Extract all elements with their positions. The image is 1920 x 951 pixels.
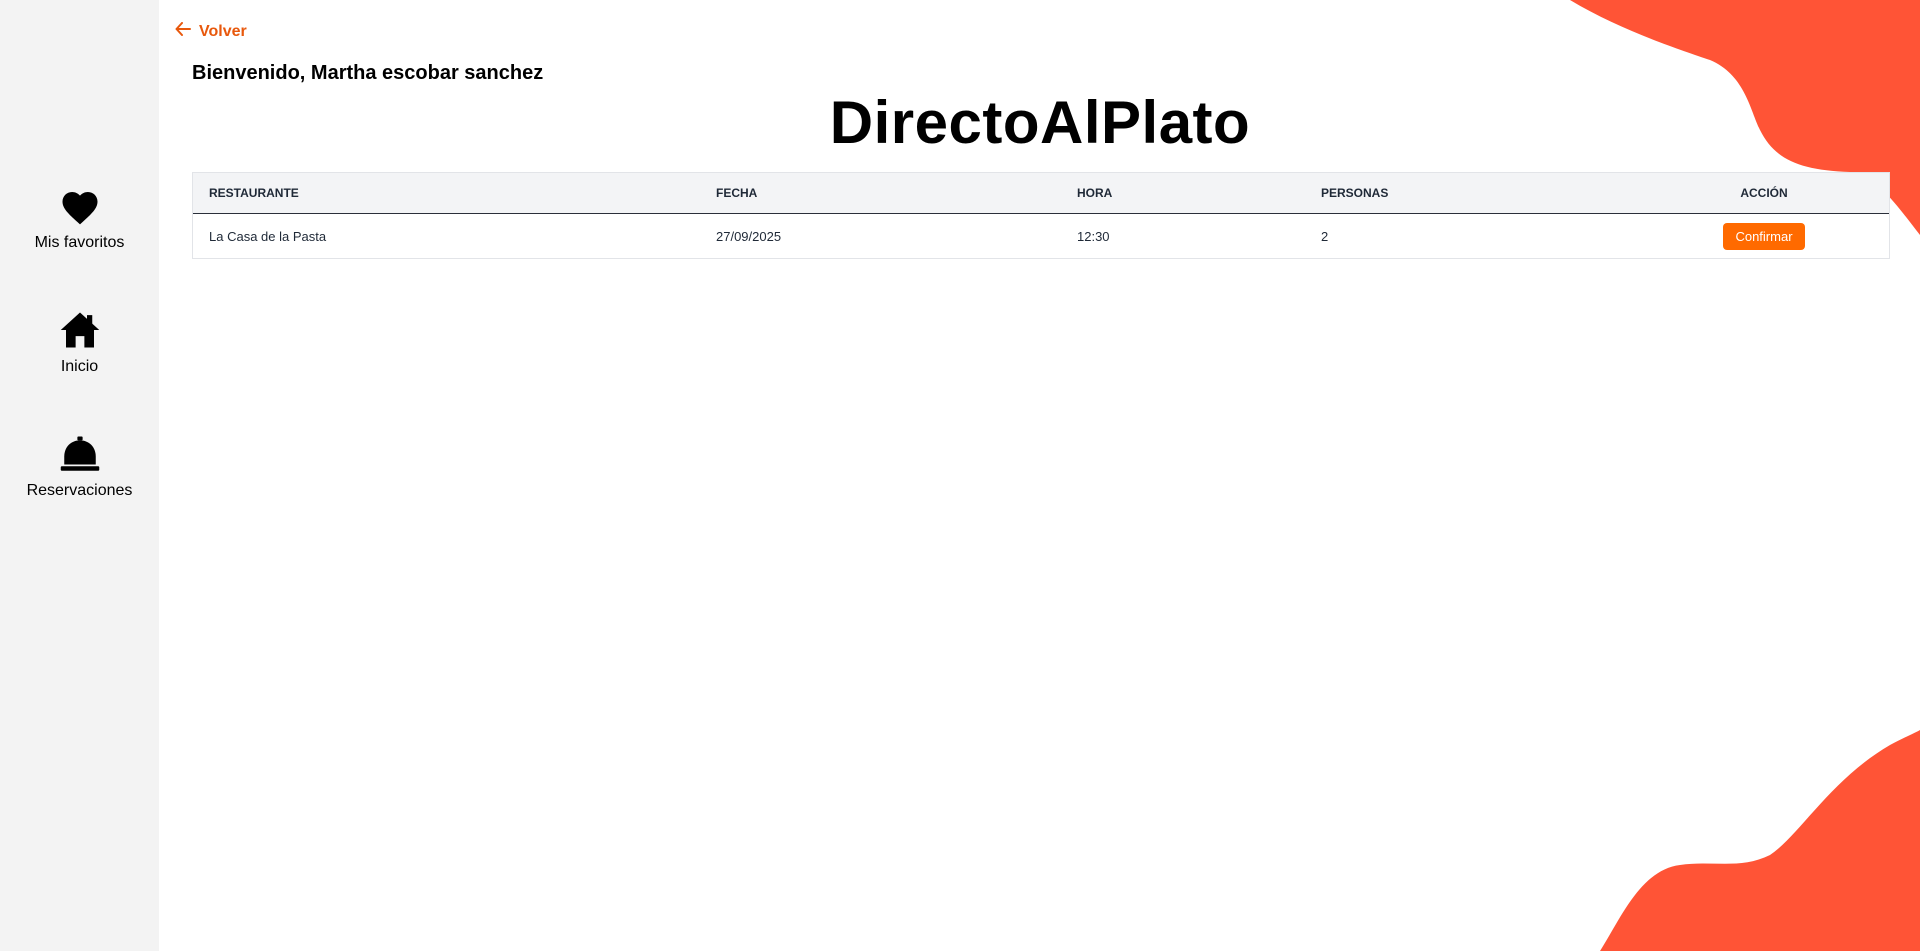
column-header-fecha: FECHA [700,173,1061,214]
page: Mis favoritos Inicio Reservaciones Volve… [0,0,1920,951]
heart-icon [59,186,101,226]
sidebar-item-label: Mis favoritos [34,234,125,251]
confirm-button[interactable]: Confirmar [1723,222,1805,250]
sidebar-item-favorites[interactable]: Mis favoritos [0,186,159,252]
service-bell-icon [59,434,101,474]
cell-hora: 12:30 [1077,228,1110,244]
cell-accion: Confirmar [1639,214,1889,259]
reservations-table: RESTAURANTE FECHA HORA PERSONAS ACCIÓN L… [192,172,1890,259]
sidebar-item-label: Reservaciones [26,482,133,499]
back-link[interactable]: Volver [175,22,247,41]
welcome-message: Bienvenido, Martha escobar sanchez [192,62,544,84]
cell-personas: 2 [1321,228,1329,244]
sidebar-item-label: Inicio [60,358,99,375]
sidebar: Mis favoritos Inicio Reservaciones [0,0,159,951]
table-header-row: RESTAURANTE FECHA HORA PERSONAS ACCIÓN [193,173,1889,214]
decorative-blob-bottom-right [1600,730,1920,951]
home-icon [59,310,101,350]
sidebar-item-reservations[interactable]: Reservaciones [0,434,159,500]
back-link-label: Volver [199,22,247,40]
table-row: La Casa de la Pasta 27/09/2025 12:30 2 C… [193,214,1889,259]
sidebar-item-home[interactable]: Inicio [0,310,159,376]
cell-fecha: 27/09/2025 [716,228,782,244]
column-header-personas: PERSONAS [1305,173,1639,214]
cell-restaurante: La Casa de la Pasta [209,228,327,244]
column-header-restaurante: RESTAURANTE [193,173,700,214]
column-header-accion: ACCIÓN [1639,173,1889,214]
arrow-left-icon [175,22,191,41]
column-header-hora: HORA [1061,173,1305,214]
page-title: DirectoAlPlato [829,89,1251,156]
